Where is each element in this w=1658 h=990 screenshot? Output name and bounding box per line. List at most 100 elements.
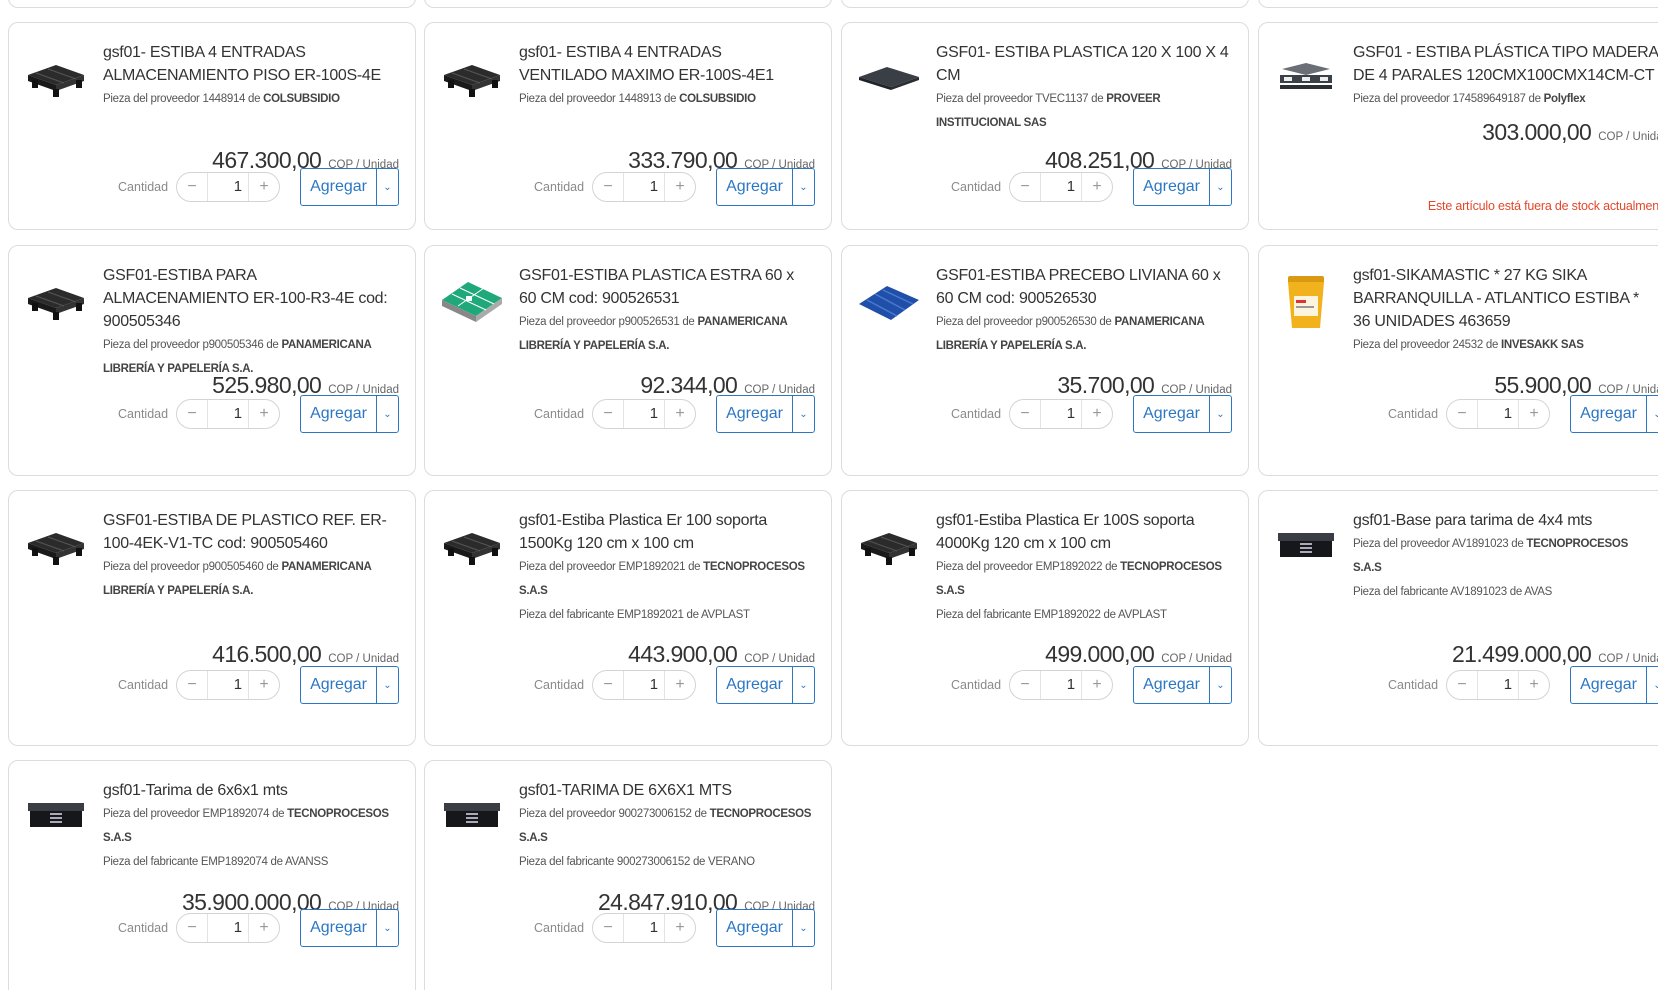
increment-button[interactable]: + xyxy=(1519,671,1549,699)
add-options-dropdown[interactable]: ⌄ xyxy=(1646,396,1658,432)
decrement-button[interactable]: − xyxy=(177,400,207,428)
chevron-down-icon: ⌄ xyxy=(1653,680,1658,691)
product-image[interactable] xyxy=(856,41,922,113)
product-title-link[interactable]: GSF01-ESTIBA DE PLASTICO REF. ER-100-4EK… xyxy=(103,509,397,555)
add-to-cart-button[interactable]: Agregar xyxy=(301,667,376,703)
add-to-cart-group: Agregar ⌄ xyxy=(716,909,815,947)
product-image[interactable] xyxy=(1273,41,1339,113)
decrement-button[interactable]: − xyxy=(593,400,623,428)
decrement-button[interactable]: − xyxy=(1010,400,1040,428)
product-image[interactable] xyxy=(439,779,505,851)
quantity-input[interactable]: 1 xyxy=(207,173,250,201)
supplier-part: Pieza del proveedor 24532 de INVESAKK SA… xyxy=(1353,333,1658,357)
quantity-stepper: −1 + xyxy=(592,399,697,429)
decrement-button[interactable]: − xyxy=(593,914,623,942)
increment-button[interactable]: + xyxy=(249,914,279,942)
quantity-input[interactable]: 1 xyxy=(623,400,666,428)
product-title-link[interactable]: gsf01-Base para tarima de 4x4 mts xyxy=(1353,509,1658,532)
add-to-cart-button[interactable]: Agregar xyxy=(301,169,376,205)
product-image[interactable] xyxy=(439,509,505,581)
product-title-link[interactable]: gsf01-TARIMA DE 6X6X1 MTS xyxy=(519,779,813,802)
quantity-input[interactable]: 1 xyxy=(207,914,250,942)
add-to-cart-button[interactable]: Agregar xyxy=(717,169,792,205)
product-title-link[interactable]: GSF01-ESTIBA PRECEBO LIVIANA 60 x 60 CM … xyxy=(936,264,1230,310)
add-to-cart-button[interactable]: Agregar xyxy=(1134,396,1209,432)
add-options-dropdown[interactable]: ⌄ xyxy=(1209,396,1231,432)
product-card: gsf01- ESTIBA 4 ENTRADAS ALMACENAMIENTO … xyxy=(8,22,416,230)
product-image[interactable] xyxy=(23,509,89,581)
increment-button[interactable]: + xyxy=(665,173,695,201)
quantity-input[interactable]: 1 xyxy=(623,671,666,699)
product-title-link[interactable]: gsf01-Estiba Plastica Er 100S soporta 40… xyxy=(936,509,1230,555)
product-image[interactable] xyxy=(23,779,89,851)
add-to-cart-button[interactable]: Agregar xyxy=(1571,667,1646,703)
quantity-input[interactable]: 1 xyxy=(1040,173,1083,201)
product-title-link[interactable]: gsf01- ESTIBA 4 ENTRADAS VENTILADO MAXIM… xyxy=(519,41,813,87)
decrement-button[interactable]: − xyxy=(1010,671,1040,699)
add-to-cart-button[interactable]: Agregar xyxy=(717,396,792,432)
add-to-cart-button[interactable]: Agregar xyxy=(717,910,792,946)
quantity-input[interactable]: 1 xyxy=(1477,400,1520,428)
decrement-button[interactable]: − xyxy=(593,173,623,201)
increment-button[interactable]: + xyxy=(249,671,279,699)
quantity-input[interactable]: 1 xyxy=(207,400,250,428)
add-to-cart-button[interactable]: Agregar xyxy=(301,396,376,432)
increment-button[interactable]: + xyxy=(1082,400,1112,428)
product-title-link[interactable]: gsf01-Estiba Plastica Er 100 soporta 150… xyxy=(519,509,813,555)
product-title-link[interactable]: gsf01-Tarima de 6x6x1 mts xyxy=(103,779,397,802)
quantity-input[interactable]: 1 xyxy=(207,671,250,699)
product-image[interactable] xyxy=(1273,264,1339,336)
product-image[interactable] xyxy=(439,41,505,113)
chevron-down-icon: ⌄ xyxy=(1216,181,1225,193)
quantity-input[interactable]: 1 xyxy=(1040,671,1083,699)
product-title-link[interactable]: gsf01- ESTIBA 4 ENTRADAS ALMACENAMIENTO … xyxy=(103,41,397,87)
increment-button[interactable]: + xyxy=(1082,173,1112,201)
add-to-cart-button[interactable]: Agregar xyxy=(301,910,376,946)
add-options-dropdown[interactable]: ⌄ xyxy=(376,169,398,205)
product-image[interactable] xyxy=(23,264,89,336)
decrement-button[interactable]: − xyxy=(1010,173,1040,201)
product-image[interactable] xyxy=(856,264,922,336)
increment-button[interactable]: + xyxy=(665,914,695,942)
add-options-dropdown[interactable]: ⌄ xyxy=(376,910,398,946)
decrement-button[interactable]: − xyxy=(1447,671,1477,699)
product-title-link[interactable]: GSF01 - ESTIBA PLÁSTICA TIPO MADERA DE 4… xyxy=(1353,41,1658,87)
product-title-link[interactable]: GSF01- ESTIBA PLASTICA 120 X 100 X 4 CM xyxy=(936,41,1230,87)
product-image[interactable] xyxy=(439,264,505,336)
quantity-row: Cantidad−1+Agregar⌄ xyxy=(118,395,399,433)
decrement-button[interactable]: − xyxy=(593,671,623,699)
decrement-button[interactable]: − xyxy=(177,173,207,201)
add-options-dropdown[interactable]: ⌄ xyxy=(792,910,814,946)
add-to-cart-button[interactable]: Agregar xyxy=(1571,396,1646,432)
increment-button[interactable]: + xyxy=(1082,671,1112,699)
increment-button[interactable]: + xyxy=(665,400,695,428)
product-title-link[interactable]: GSF01-ESTIBA PARA ALMACENAMIENTO ER-100-… xyxy=(103,264,397,333)
add-options-dropdown[interactable]: ⌄ xyxy=(792,396,814,432)
quantity-input[interactable]: 1 xyxy=(1040,400,1083,428)
add-options-dropdown[interactable]: ⌄ xyxy=(792,667,814,703)
increment-button[interactable]: + xyxy=(665,671,695,699)
add-options-dropdown[interactable]: ⌄ xyxy=(792,169,814,205)
add-options-dropdown[interactable]: ⌄ xyxy=(1646,667,1658,703)
add-to-cart-button[interactable]: Agregar xyxy=(1134,169,1209,205)
increment-button[interactable]: + xyxy=(249,400,279,428)
increment-button[interactable]: + xyxy=(1519,400,1549,428)
add-to-cart-button[interactable]: Agregar xyxy=(1134,667,1209,703)
add-to-cart-button[interactable]: Agregar xyxy=(717,667,792,703)
decrement-button[interactable]: − xyxy=(177,671,207,699)
add-options-dropdown[interactable]: ⌄ xyxy=(1209,169,1231,205)
quantity-input[interactable]: 1 xyxy=(1477,671,1520,699)
add-options-dropdown[interactable]: ⌄ xyxy=(376,396,398,432)
decrement-button[interactable]: − xyxy=(1447,400,1477,428)
product-image[interactable] xyxy=(856,509,922,581)
product-title-link[interactable]: GSF01-ESTIBA PLASTICA ESTRA 60 x 60 CM c… xyxy=(519,264,813,310)
decrement-button[interactable]: − xyxy=(177,914,207,942)
quantity-input[interactable]: 1 xyxy=(623,173,666,201)
quantity-input[interactable]: 1 xyxy=(623,914,666,942)
product-title-link[interactable]: gsf01-SIKAMASTIC * 27 KG SIKA BARRANQUIL… xyxy=(1353,264,1658,333)
add-options-dropdown[interactable]: ⌄ xyxy=(1209,667,1231,703)
product-image[interactable] xyxy=(1273,509,1339,581)
product-image[interactable] xyxy=(23,41,89,113)
add-options-dropdown[interactable]: ⌄ xyxy=(376,667,398,703)
increment-button[interactable]: + xyxy=(249,173,279,201)
